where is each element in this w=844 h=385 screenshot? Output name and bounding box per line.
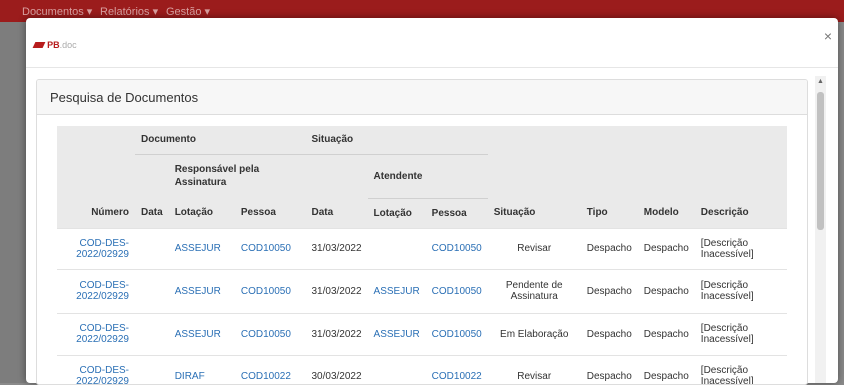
pessoa-link[interactable]: COD10022 <box>234 354 306 384</box>
document-search-modal: PB.doc × ▲ Pesquisa de Documentos Docume… <box>26 18 838 385</box>
lotacao-link[interactable]: ASSEJUR <box>168 227 235 269</box>
cell-tipo: Despacho <box>580 227 638 269</box>
cell-data <box>135 268 169 313</box>
col-lotacao[interactable]: Lotação <box>168 198 235 228</box>
cell-descricao: [Descrição Inacessível] <box>694 268 787 313</box>
atendente-pessoa-link[interactable]: COD10050 <box>425 312 488 355</box>
col-situacao[interactable]: Situação <box>487 198 581 228</box>
col-pessoa[interactable]: Pessoa <box>234 198 306 228</box>
cell-situacao-data: 31/03/2022 <box>305 227 368 269</box>
logo-doc-text: .doc <box>59 40 77 51</box>
numero-link[interactable]: COD-DES-2022/02929 <box>57 312 135 355</box>
subgroup-atendente: Atendente <box>367 154 488 199</box>
search-results-card: Pesquisa de Documentos Documento Situaçã… <box>36 79 808 385</box>
col-atendente-pessoa[interactable]: Pessoa <box>425 198 488 228</box>
cell-situacao-data: 31/03/2022 <box>305 312 368 355</box>
cell-descricao: [Descrição Inacessível] <box>694 312 787 355</box>
cell-situacao-data: 30/03/2022 <box>305 354 368 384</box>
cell-data <box>135 312 169 355</box>
atendente-lotacao-link[interactable] <box>367 227 426 269</box>
bg-nav-item: Relatórios ▾ <box>100 6 159 18</box>
cell-descricao: [Descrição Inacessível] <box>694 354 787 384</box>
cell-situacao: Revisar <box>487 227 581 269</box>
table-row: COD-DES-2022/02929 DIRAF COD10022 30/03/… <box>57 354 787 384</box>
cell-modelo: Despacho <box>637 227 695 269</box>
col-numero[interactable]: Número <box>57 198 135 228</box>
cell-situacao: Em Elaboração <box>487 312 581 355</box>
table-row: COD-DES-2022/02929 ASSEJUR COD10050 31/0… <box>57 312 787 355</box>
background-sidebar <box>0 22 26 383</box>
cell-tipo: Despacho <box>580 268 638 313</box>
pbdoc-logo: PB.doc <box>32 39 77 51</box>
subgroup-responsavel: Responsável pela Assinatura <box>168 154 306 198</box>
lotacao-link[interactable]: ASSEJUR <box>168 268 235 313</box>
cell-descricao: [Descrição Inacessível] <box>694 227 787 269</box>
pessoa-link[interactable]: COD10050 <box>234 227 306 269</box>
pessoa-link[interactable]: COD10050 <box>234 312 306 355</box>
numero-link[interactable]: COD-DES-2022/02929 <box>57 268 135 313</box>
bg-nav-item: Gestão ▾ <box>166 6 211 18</box>
atendente-lotacao-link[interactable]: ASSEJUR <box>367 312 426 355</box>
atendente-pessoa-link[interactable]: COD10050 <box>425 227 488 269</box>
atendente-pessoa-link[interactable]: COD10022 <box>425 354 488 384</box>
atendente-lotacao-link[interactable] <box>367 354 426 384</box>
documents-table: Documento Situação Responsável pela Assi… <box>57 126 787 384</box>
cell-modelo: Despacho <box>637 268 695 313</box>
lotacao-link[interactable]: DIRAF <box>168 354 235 384</box>
cell-tipo: Despacho <box>580 354 638 384</box>
table-row: COD-DES-2022/02929 ASSEJUR COD10050 31/0… <box>57 227 787 269</box>
scrollbar-thumb[interactable] <box>817 92 824 230</box>
card-header: Pesquisa de Documentos <box>37 80 807 115</box>
col-modelo[interactable]: Modelo <box>637 198 695 228</box>
table-row: COD-DES-2022/02929 ASSEJUR COD10050 31/0… <box>57 268 787 313</box>
pessoa-link[interactable]: COD10050 <box>234 268 306 313</box>
col-situacao-data[interactable]: Data <box>305 198 368 228</box>
numero-link[interactable]: COD-DES-2022/02929 <box>57 354 135 384</box>
col-atendente-lotacao[interactable]: Lotação <box>367 198 426 228</box>
atendente-pessoa-link[interactable]: COD10050 <box>425 268 488 313</box>
numero-link[interactable]: COD-DES-2022/02929 <box>57 227 135 269</box>
logo-mark-icon <box>32 42 46 49</box>
modal-header: PB.doc × <box>26 18 838 68</box>
cell-situacao-data: 31/03/2022 <box>305 268 368 313</box>
col-tipo[interactable]: Tipo <box>580 198 638 228</box>
logo-pb-text: PB <box>47 40 60 51</box>
close-icon[interactable]: × <box>824 28 832 44</box>
col-data[interactable]: Data <box>135 198 169 228</box>
group-situacao: Situação <box>305 126 368 155</box>
group-documento: Documento <box>135 126 306 155</box>
cell-tipo: Despacho <box>580 312 638 355</box>
atendente-lotacao-link[interactable]: ASSEJUR <box>367 268 426 313</box>
card-title: Pesquisa de Documentos <box>50 90 199 105</box>
bg-nav-item: Documentos ▾ <box>22 6 93 18</box>
lotacao-link[interactable]: ASSEJUR <box>168 312 235 355</box>
cell-modelo: Despacho <box>637 354 695 384</box>
scroll-up-icon[interactable]: ▲ <box>817 78 824 85</box>
cell-data <box>135 354 169 384</box>
col-descricao[interactable]: Descrição <box>694 198 787 228</box>
cell-situacao: Revisar <box>487 354 581 384</box>
cell-situacao: Pendente de Assinatura <box>487 268 581 313</box>
cell-data <box>135 227 169 269</box>
modal-scrollbar[interactable]: ▲ <box>815 76 826 383</box>
cell-modelo: Despacho <box>637 312 695 355</box>
